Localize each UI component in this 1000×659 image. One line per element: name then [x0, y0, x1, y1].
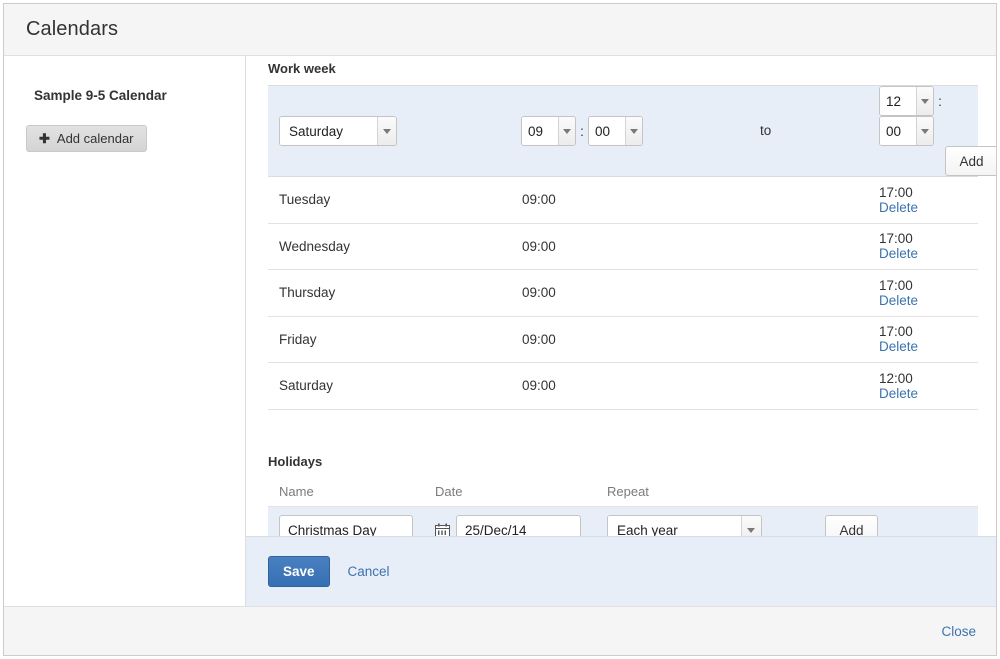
- delete-link[interactable]: Delete: [879, 200, 918, 215]
- work-week-start: 09:00: [521, 176, 749, 224]
- table-row: Tuesday 09:00 17:00 Delete: [268, 176, 978, 224]
- chevron-down-icon[interactable]: [558, 117, 575, 145]
- work-week-day: Friday: [268, 316, 521, 363]
- holiday-repeat-cell: Each year: [607, 506, 802, 536]
- work-week-spacer: [749, 176, 879, 224]
- settings-scroll-area: Work week Saturday 09: 00 to 12: 00 Ad…: [246, 56, 996, 536]
- save-button[interactable]: Save: [268, 556, 330, 587]
- work-week-start: 09:00: [521, 269, 749, 317]
- holiday-name-input[interactable]: [279, 515, 413, 536]
- sidebar-item-sample-calendar[interactable]: Sample 9-5 Calendar: [4, 88, 245, 103]
- cancel-link[interactable]: Cancel: [348, 564, 390, 579]
- holiday-date-cell: [435, 506, 607, 536]
- table-row: Thursday 09:00 17:00 Delete: [268, 269, 978, 317]
- holidays-editor-row: Each year Add: [268, 506, 978, 536]
- end-time-separator: :: [938, 93, 942, 109]
- work-week-start-minute-value: 00: [589, 117, 625, 145]
- holiday-name-cell: [268, 506, 435, 536]
- table-row: Saturday 09:00 12:00 Delete: [268, 362, 978, 410]
- work-week-end-minute-select[interactable]: 00: [879, 116, 934, 146]
- column-header-name: Name: [268, 477, 435, 507]
- holidays-heading: Holidays: [268, 453, 323, 469]
- work-week-day-value: Saturday: [280, 117, 377, 145]
- work-week-add-button[interactable]: Add: [945, 146, 996, 176]
- holidays-header-row: Name Date Repeat: [268, 477, 978, 507]
- holidays-table: Name Date Repeat Christmas Day 25/Dec/14…: [268, 477, 978, 536]
- delete-link[interactable]: Delete: [879, 293, 918, 308]
- work-week-spacer: [749, 223, 879, 270]
- work-week-spacer: [749, 269, 879, 317]
- close-link[interactable]: Close: [941, 624, 976, 639]
- work-week-end-cell: 12 : 00 Add: [879, 85, 996, 177]
- work-week-end-and-action: 17:00 Delete: [879, 269, 978, 317]
- chevron-down-icon[interactable]: [916, 117, 933, 145]
- work-week-start: 09:00: [521, 223, 749, 270]
- work-week-to-cell: to: [749, 85, 879, 177]
- work-week-start-hour-value: 09: [522, 117, 558, 145]
- chevron-down-icon[interactable]: [740, 516, 761, 536]
- chevron-down-icon[interactable]: [916, 87, 933, 115]
- dialog-body: Sample 9-5 Calendar ✚ Add calendar Work …: [4, 56, 996, 606]
- work-week-day: Wednesday: [268, 223, 521, 270]
- work-week-start-minute-select[interactable]: 00: [588, 116, 643, 146]
- calendar-settings-pane: Work week Saturday 09: 00 to 12: 00 Ad…: [246, 56, 996, 606]
- work-week-end-minute-value: 00: [880, 117, 916, 145]
- work-week-end: 17:00: [879, 184, 913, 200]
- column-header-actions: [802, 477, 978, 507]
- table-row: Wednesday 09:00 17:00 Delete: [268, 223, 978, 270]
- to-label: to: [760, 123, 772, 138]
- work-week-spacer: [749, 362, 879, 410]
- work-week-end: 17:00: [879, 277, 913, 293]
- holiday-date-input[interactable]: [456, 515, 581, 536]
- dialog-footer: Close: [4, 606, 996, 655]
- holiday-repeat-value: Each year: [608, 516, 741, 536]
- add-calendar-label: Add calendar: [56, 131, 134, 146]
- work-week-end-hour-select[interactable]: 12: [879, 86, 934, 116]
- holiday-add-cell: Add: [802, 506, 978, 536]
- work-week-end-and-action: 12:00 Delete: [879, 362, 978, 410]
- work-week-end: 17:00: [879, 231, 913, 247]
- calendar-icon[interactable]: [435, 523, 450, 536]
- work-week-start: 09:00: [521, 362, 749, 410]
- delete-link[interactable]: Delete: [879, 386, 918, 401]
- work-week-start-cell: 09 : 00: [521, 85, 749, 177]
- work-week-day-select[interactable]: Saturday: [279, 116, 397, 146]
- plus-icon: ✚: [39, 131, 50, 146]
- work-week-editor-row: Saturday 09 : 00 to 12: 00 Add: [268, 85, 996, 177]
- chevron-down-icon[interactable]: [625, 117, 642, 145]
- dialog-header: Calendars: [4, 4, 996, 56]
- work-week-end-hour-value: 12: [880, 87, 916, 115]
- start-time-separator: :: [580, 123, 584, 139]
- add-calendar-button[interactable]: ✚ Add calendar: [26, 125, 147, 152]
- work-week-spacer: [749, 316, 879, 363]
- column-header-repeat: Repeat: [607, 477, 802, 507]
- work-week-heading: Work week: [268, 61, 336, 76]
- action-bar: Save Cancel: [246, 536, 996, 606]
- work-week-end-and-action: 17:00 Delete: [879, 223, 978, 270]
- calendar-sidebar: Sample 9-5 Calendar ✚ Add calendar: [4, 56, 246, 606]
- calendars-dialog: Calendars Sample 9-5 Calendar ✚ Add cale…: [3, 3, 997, 656]
- work-week-day: Saturday: [268, 362, 521, 410]
- table-row: Friday 09:00 17:00 Delete: [268, 316, 978, 363]
- work-week-end-and-action: 17:00 Delete: [879, 176, 978, 224]
- work-week-table: Saturday 09 : 00 to 12: 00 Add Tuesday …: [268, 85, 996, 410]
- work-week-start-hour-select[interactable]: 09: [521, 116, 576, 146]
- work-week-day: Tuesday: [268, 176, 521, 224]
- work-week-end: 17:00: [879, 324, 913, 340]
- work-week-day-cell: Saturday: [268, 85, 521, 177]
- chevron-down-icon[interactable]: [376, 117, 396, 145]
- work-week-start: 09:00: [521, 316, 749, 363]
- work-week-end: 12:00: [879, 370, 913, 386]
- app-screen: Calendars Sample 9-5 Calendar ✚ Add cale…: [0, 0, 1000, 659]
- holiday-add-button[interactable]: Add: [825, 515, 878, 536]
- work-week-day: Thursday: [268, 269, 521, 317]
- delete-link[interactable]: Delete: [879, 246, 918, 261]
- work-week-end-and-action: 17:00 Delete: [879, 316, 978, 363]
- page-title: Calendars: [26, 18, 119, 40]
- delete-link[interactable]: Delete: [879, 339, 918, 354]
- holiday-repeat-select[interactable]: Each year: [607, 515, 762, 536]
- column-header-date: Date: [435, 477, 607, 507]
